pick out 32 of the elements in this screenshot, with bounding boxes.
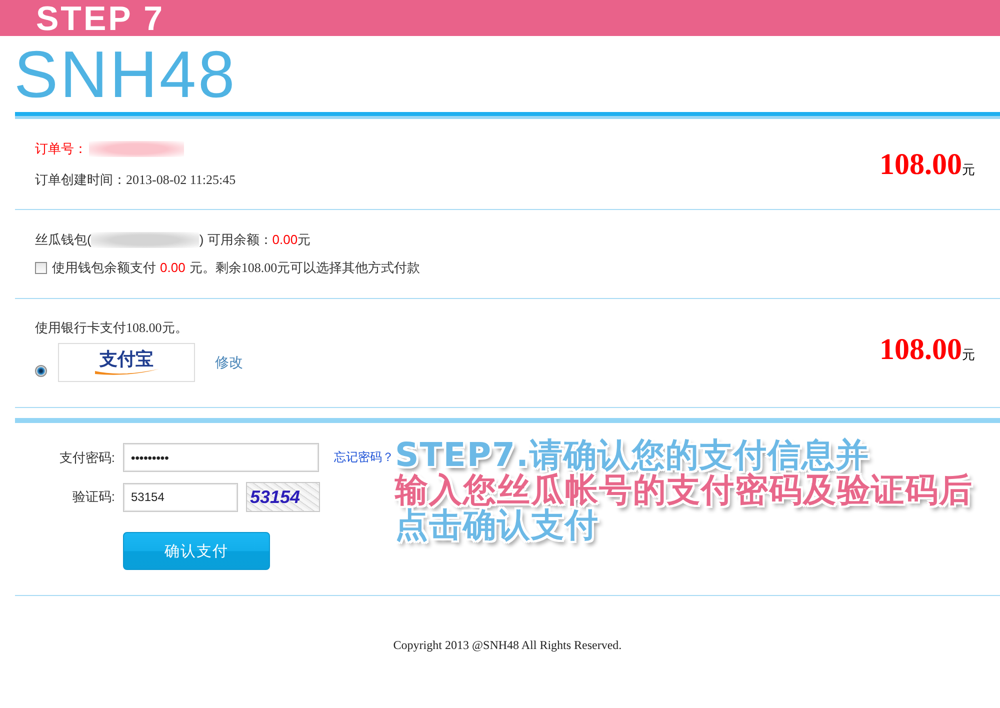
forgot-password-link[interactable]: 忘记密码？ xyxy=(334,449,394,466)
order-total-amount: 108.00 xyxy=(880,148,962,182)
order-created-time: 订单创建时间：2013-08-02 11:25:45 xyxy=(35,171,236,189)
currency-unit: 元 xyxy=(298,231,311,249)
use-balance-label: 使用钱包余额支付 xyxy=(52,259,156,277)
currency-unit: 元 xyxy=(962,160,975,178)
remaining-balance-note: 元。剩余108.00元可以选择其他方式付款 xyxy=(189,259,420,277)
field-label: 验证码: xyxy=(72,488,115,506)
payment-amount: 108.00 xyxy=(880,333,962,367)
annotation-line: STEP7.请确认您的支付信息并 xyxy=(395,437,870,472)
logo-text: SNH48 xyxy=(14,36,237,112)
swoosh-icon xyxy=(94,369,158,376)
bank-payment-label: 使用银行卡支付108.00元。 xyxy=(35,319,188,337)
field-label: 支付密码: xyxy=(59,448,115,466)
payment-logo-text: 支付宝 xyxy=(100,349,154,369)
order-number-label: 订单号： xyxy=(35,140,87,158)
wallet-balance-amount: 0.00 xyxy=(272,231,298,249)
use-balance-checkbox[interactable] xyxy=(35,262,47,274)
copyright-text: Copyright 2013 @SNH48 All Rights Reserved. xyxy=(393,638,622,652)
wallet-balance-label: ) 可用余额： xyxy=(199,231,272,249)
change-link[interactable]: 修改 xyxy=(215,354,243,372)
annotation-line: 点击确认支付 xyxy=(395,507,599,542)
use-balance-amount: 0.00 xyxy=(160,259,186,277)
annotation-line: 输入您丝瓜帐号的支付密码及验证码后 xyxy=(395,472,973,507)
currency-unit: 元 xyxy=(962,346,975,364)
payment-option[interactable]: 支付宝 xyxy=(58,343,195,382)
payment-radio[interactable] xyxy=(35,365,47,377)
captcha-field[interactable]: 53154 xyxy=(123,482,238,512)
wallet-name: 丝瓜钱包( xyxy=(35,231,92,249)
captcha-text: 53154 xyxy=(250,487,300,507)
password-field[interactable]: ••••••••• xyxy=(123,443,319,472)
step-title: STEP 7 xyxy=(36,3,165,36)
